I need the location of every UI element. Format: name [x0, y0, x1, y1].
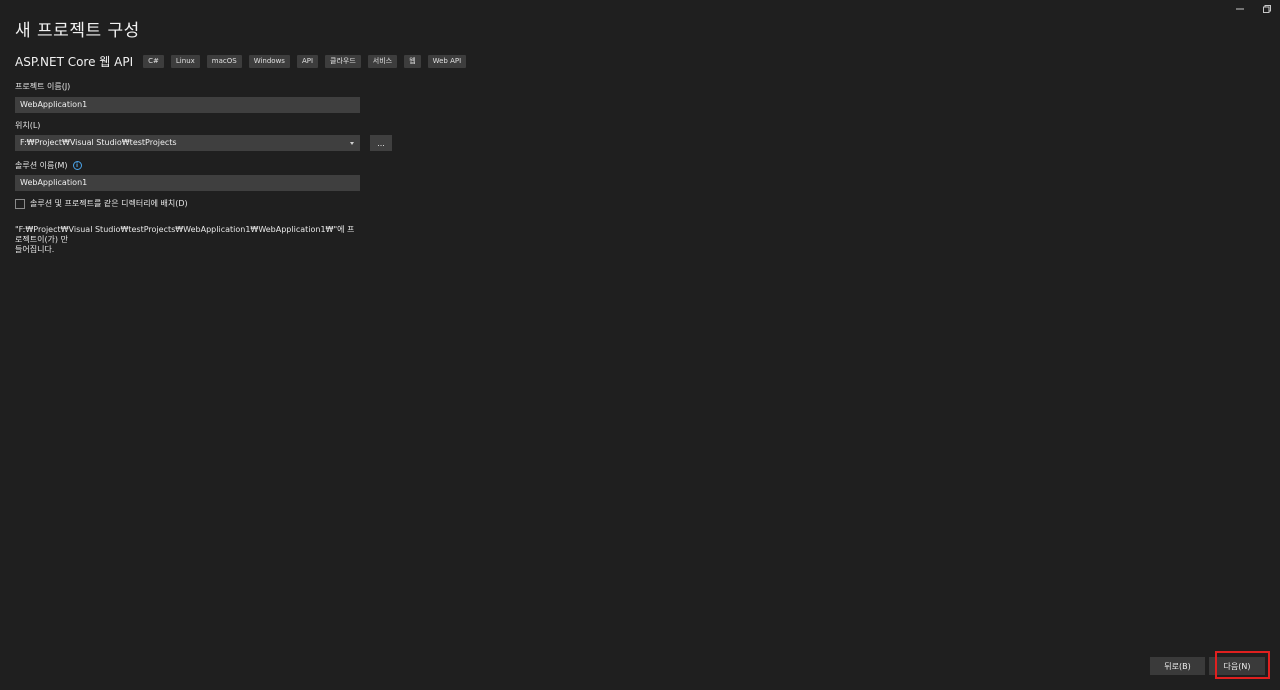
dropdown-arrow-icon[interactable] — [350, 141, 354, 145]
project-name-input[interactable] — [15, 97, 360, 113]
solution-name-label-row: 솔루션 이름(M) i — [15, 160, 82, 171]
location-combobox[interactable]: F:₩Project₩Visual Studio₩testProjects — [15, 135, 360, 151]
project-path-summary: "F:₩Project₩Visual Studio₩testProjects₩W… — [15, 225, 360, 255]
next-button[interactable]: 다음(N) — [1209, 657, 1265, 675]
info-icon[interactable]: i — [72, 161, 82, 170]
template-info-row: ASP.NET Core 웹 API C# Linux macOS Window… — [15, 53, 473, 70]
project-name-label: 프로젝트 이름(J) — [15, 82, 71, 91]
restore-button[interactable] — [1253, 0, 1280, 18]
minimize-icon — [1235, 8, 1244, 10]
tag-macos: macOS — [206, 55, 242, 68]
summary-line-1: "F:₩Project₩Visual Studio₩testProjects₩W… — [15, 225, 355, 244]
configure-project-window: 새 프로젝트 구성 ASP.NET Core 웹 API C# Linux ma… — [0, 0, 1280, 690]
same-directory-option[interactable]: 솔루션 및 프로젝트를 같은 디렉터리에 배치(D) — [15, 198, 188, 209]
browse-button[interactable]: ... — [370, 135, 392, 151]
tag-windows: Windows — [248, 55, 290, 68]
template-name: ASP.NET Core 웹 API — [15, 55, 134, 69]
same-directory-label: 솔루션 및 프로젝트를 같은 디렉터리에 배치(D) — [30, 199, 188, 208]
tag-web-api: Web API — [427, 55, 467, 68]
summary-line-2: 들어집니다. — [15, 245, 55, 254]
tag-linux: Linux — [170, 55, 200, 68]
tag-web: 웹 — [404, 55, 421, 68]
tag-service: 서비스 — [367, 55, 398, 68]
page-title: 새 프로젝트 구성 — [15, 21, 140, 41]
same-directory-checkbox[interactable] — [15, 198, 25, 209]
minimize-button[interactable] — [1226, 0, 1253, 18]
restore-icon — [1262, 5, 1271, 13]
solution-name-input[interactable] — [15, 175, 360, 191]
window-controls — [1226, 0, 1280, 18]
tag-csharp: C# — [143, 55, 164, 68]
tag-cloud: 클라우드 — [325, 55, 361, 68]
location-label: 위치(L) — [15, 121, 41, 130]
solution-name-label: 솔루션 이름(M) — [15, 161, 68, 170]
location-value: F:₩Project₩Visual Studio₩testProjects — [20, 138, 177, 147]
tag-api: API — [296, 55, 319, 68]
back-button[interactable]: 뒤로(B) — [1150, 657, 1205, 675]
